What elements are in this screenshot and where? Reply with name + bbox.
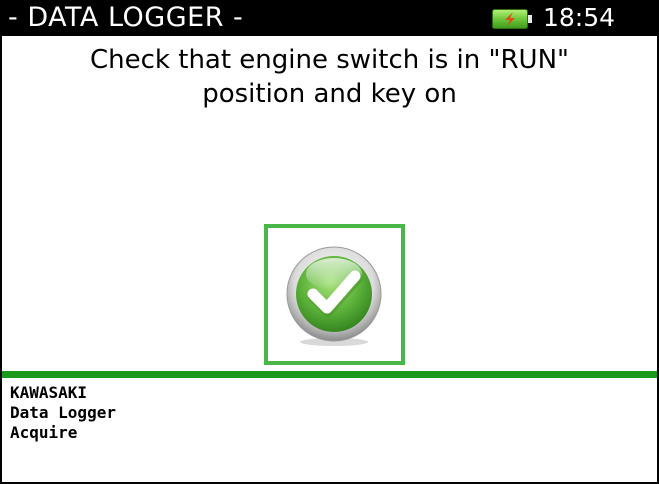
footer-module: Data Logger	[10, 403, 116, 422]
device-screen: - DATA LOGGER - 18:54 Check that engine …	[0, 0, 659, 484]
footer-divider	[2, 371, 657, 378]
clock-time: 18:54	[543, 3, 616, 32]
footer-function: Acquire	[10, 423, 78, 442]
status-footer: KAWASAKI Data Logger Acquire	[10, 383, 116, 443]
screen-title: - DATA LOGGER -	[8, 2, 244, 33]
instruction-line-2: position and key on	[202, 79, 457, 109]
title-bar: - DATA LOGGER - 18:54	[2, 2, 657, 36]
battery-charging-icon	[492, 9, 532, 29]
checkmark-icon	[286, 246, 382, 346]
confirm-button[interactable]	[264, 224, 405, 365]
instruction-message: Check that engine switch is in "RUN" pos…	[2, 43, 657, 111]
confirm-button-face[interactable]	[268, 228, 401, 361]
instruction-line-1: Check that engine switch is in "RUN"	[90, 45, 569, 75]
footer-brand: KAWASAKI	[10, 383, 88, 402]
